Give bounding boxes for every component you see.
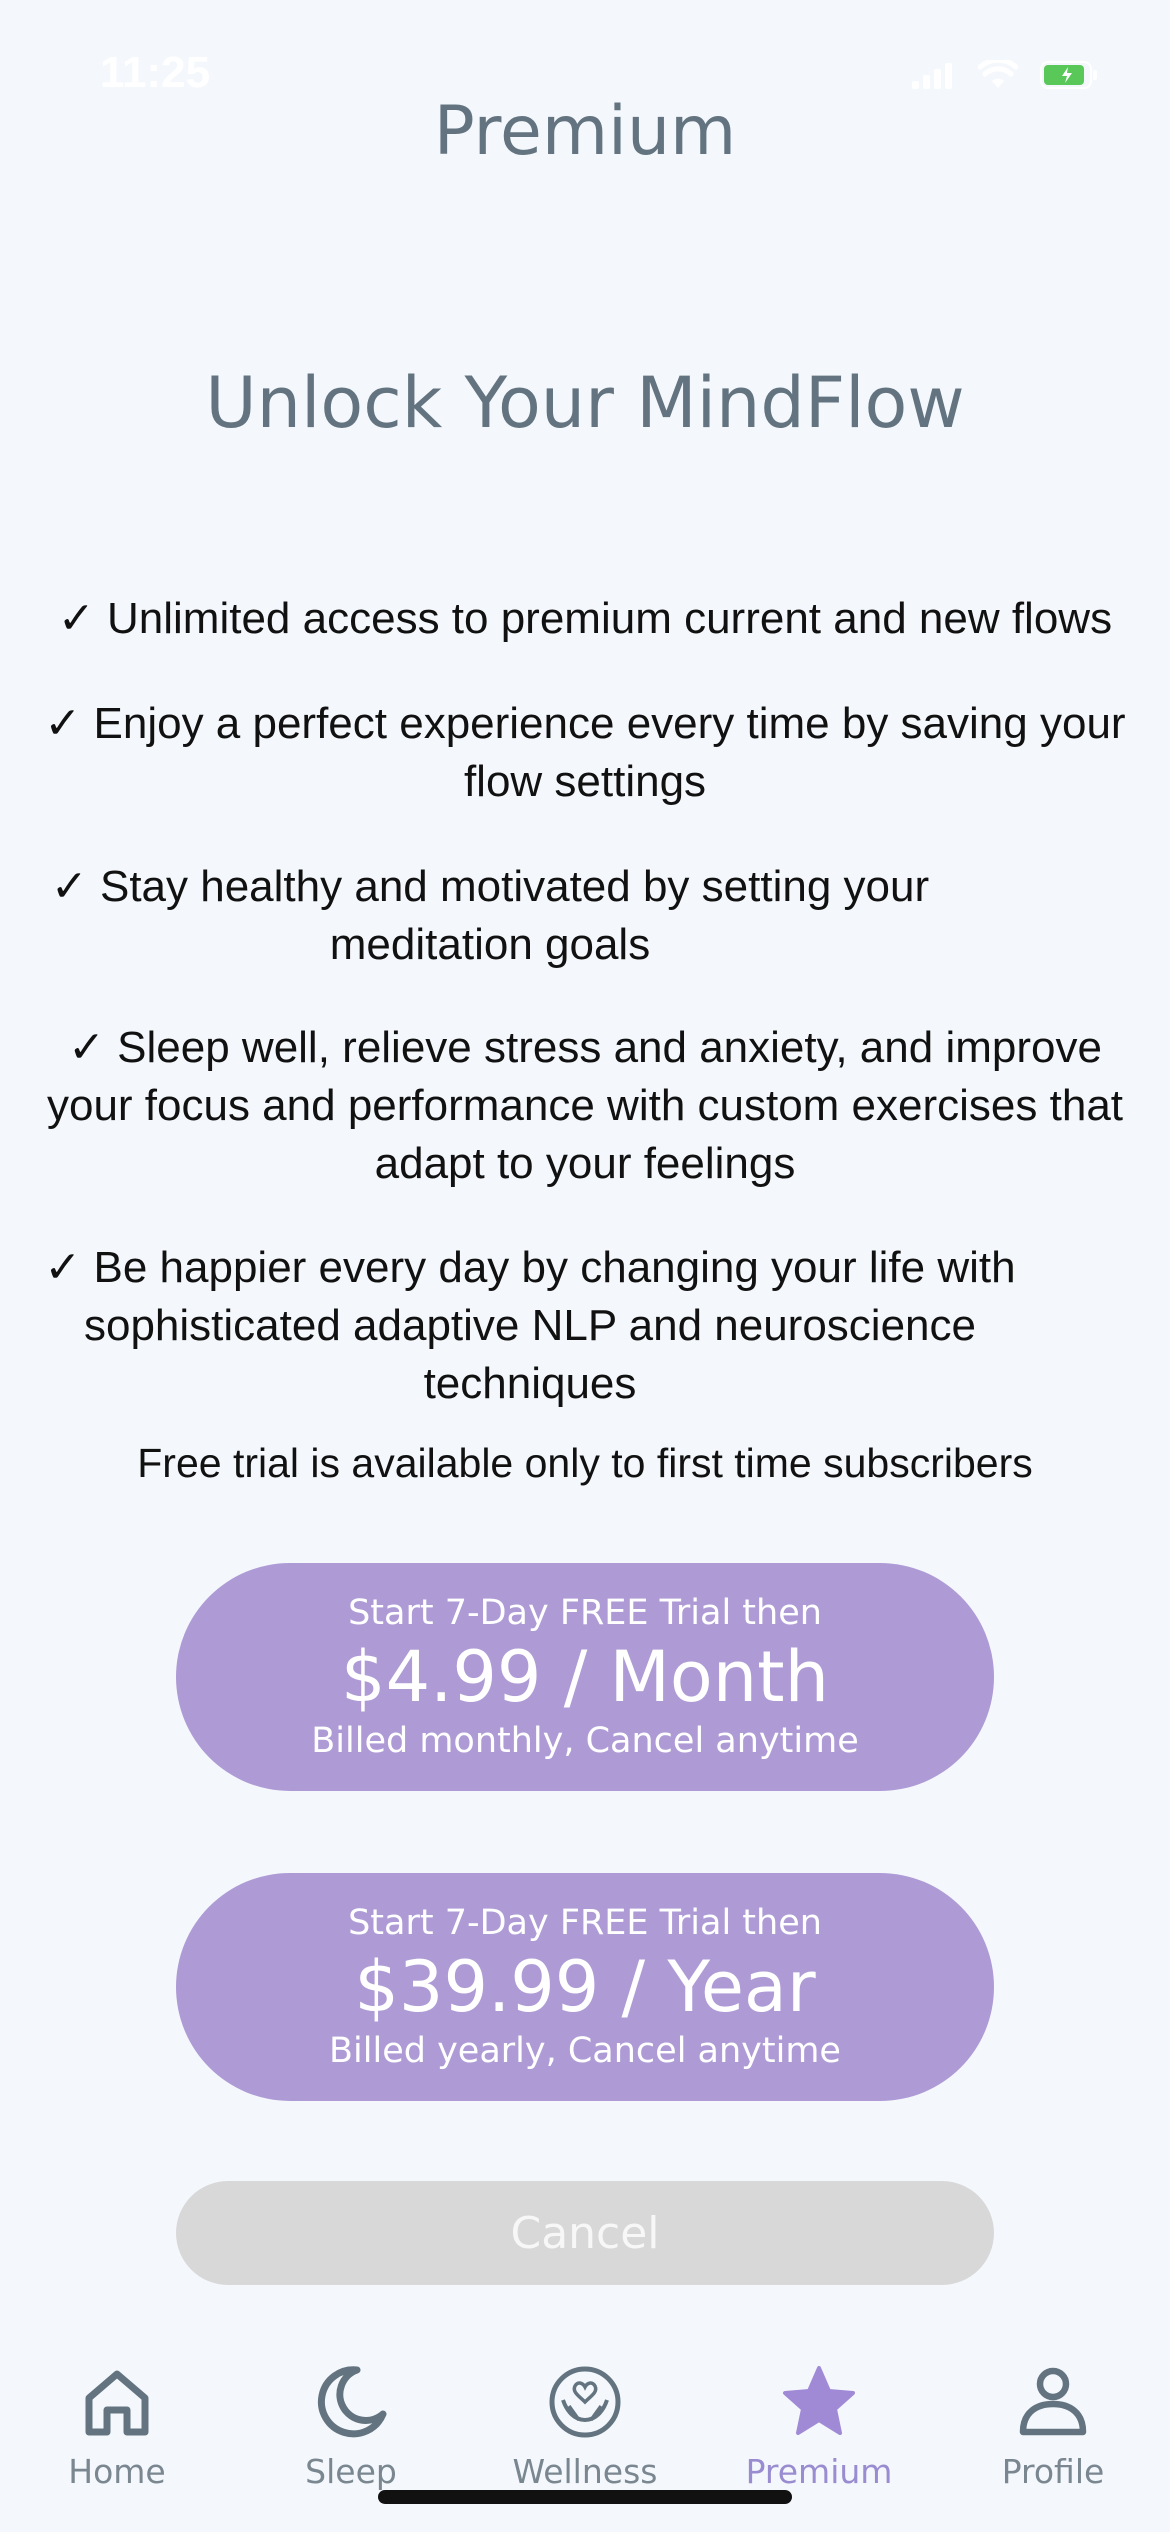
monthly-plan-button[interactable]: Start 7-Day FREE Trial then $4.99 / Mont… [176, 1563, 994, 1791]
feature-line: sophisticated adaptive NLP and neuroscie… [83, 1301, 976, 1350]
feature-line: meditation goals [329, 920, 651, 969]
feature-line: ✓ Unlimited access to premium current an… [57, 594, 1113, 643]
status-time: 11:25 [100, 48, 211, 97]
tab-label: Wellness [512, 2452, 658, 2491]
feature-item-saving-settings: ✓ Enjoy a perfect experience every time … [20, 695, 1150, 811]
wellness-icon [549, 2366, 621, 2438]
tab-label: Sleep [305, 2452, 397, 2491]
plan-price: $39.99 / Year [354, 1946, 816, 2028]
tab-home[interactable]: Home [0, 2340, 234, 2532]
cancel-button[interactable]: Cancel [176, 2181, 994, 2285]
feature-line: your focus and performance with custom e… [46, 1081, 1124, 1130]
nav-title: Premium [433, 92, 737, 171]
feature-item-sleep-well: ✓ Sleep well, relieve stress and anxiety… [20, 1019, 1150, 1193]
trial-note: Free trial is available only to first ti… [137, 1440, 1033, 1486]
feature-line: ✓ Enjoy a perfect experience every time … [44, 699, 1126, 748]
feature-line: adapt to your feelings [374, 1139, 796, 1188]
plan-billing-note: Billed monthly, Cancel anytime [311, 1721, 859, 1761]
star-icon [783, 2366, 855, 2435]
battery-icon [1040, 61, 1097, 89]
tab-label: Home [68, 2452, 166, 2491]
feature-line: flow settings [463, 757, 707, 806]
tab-label: Premium [745, 2452, 893, 2491]
tab-label: Profile [1001, 2452, 1105, 2491]
home-indicator [378, 2490, 792, 2504]
tab-profile[interactable]: Profile [936, 2340, 1170, 2532]
feature-item-meditation-goals: ✓ Stay healthy and motivated by setting … [40, 858, 940, 974]
feature-line: ✓ Be happier every day by changing your … [44, 1243, 1016, 1292]
yearly-plan-button[interactable]: Start 7-Day FREE Trial then $39.99 / Yea… [176, 1873, 994, 2101]
person-icon [1019, 2367, 1087, 2436]
cellular-signal-icon [912, 63, 952, 89]
page-headline: Unlock Your MindFlow [205, 362, 965, 444]
feature-item-be-happier: ✓ Be happier every day by changing your … [40, 1239, 1020, 1413]
wifi-icon [978, 60, 1018, 88]
moon-icon [317, 2366, 387, 2438]
status-icons [912, 60, 1100, 90]
feature-item-unlimited-access: ✓ Unlimited access to premium current an… [20, 590, 1150, 648]
plan-price: $4.99 / Month [341, 1636, 829, 1718]
feature-line: techniques [423, 1359, 637, 1408]
home-icon [85, 2370, 149, 2436]
feature-line: ✓ Sleep well, relieve stress and anxiety… [68, 1023, 1102, 1072]
plan-trial-label: Start 7-Day FREE Trial then [348, 1903, 822, 1943]
plan-billing-note: Billed yearly, Cancel anytime [329, 2031, 841, 2071]
plan-trial-label: Start 7-Day FREE Trial then [348, 1593, 822, 1633]
feature-line: ✓ Stay healthy and motivated by setting … [50, 862, 930, 911]
